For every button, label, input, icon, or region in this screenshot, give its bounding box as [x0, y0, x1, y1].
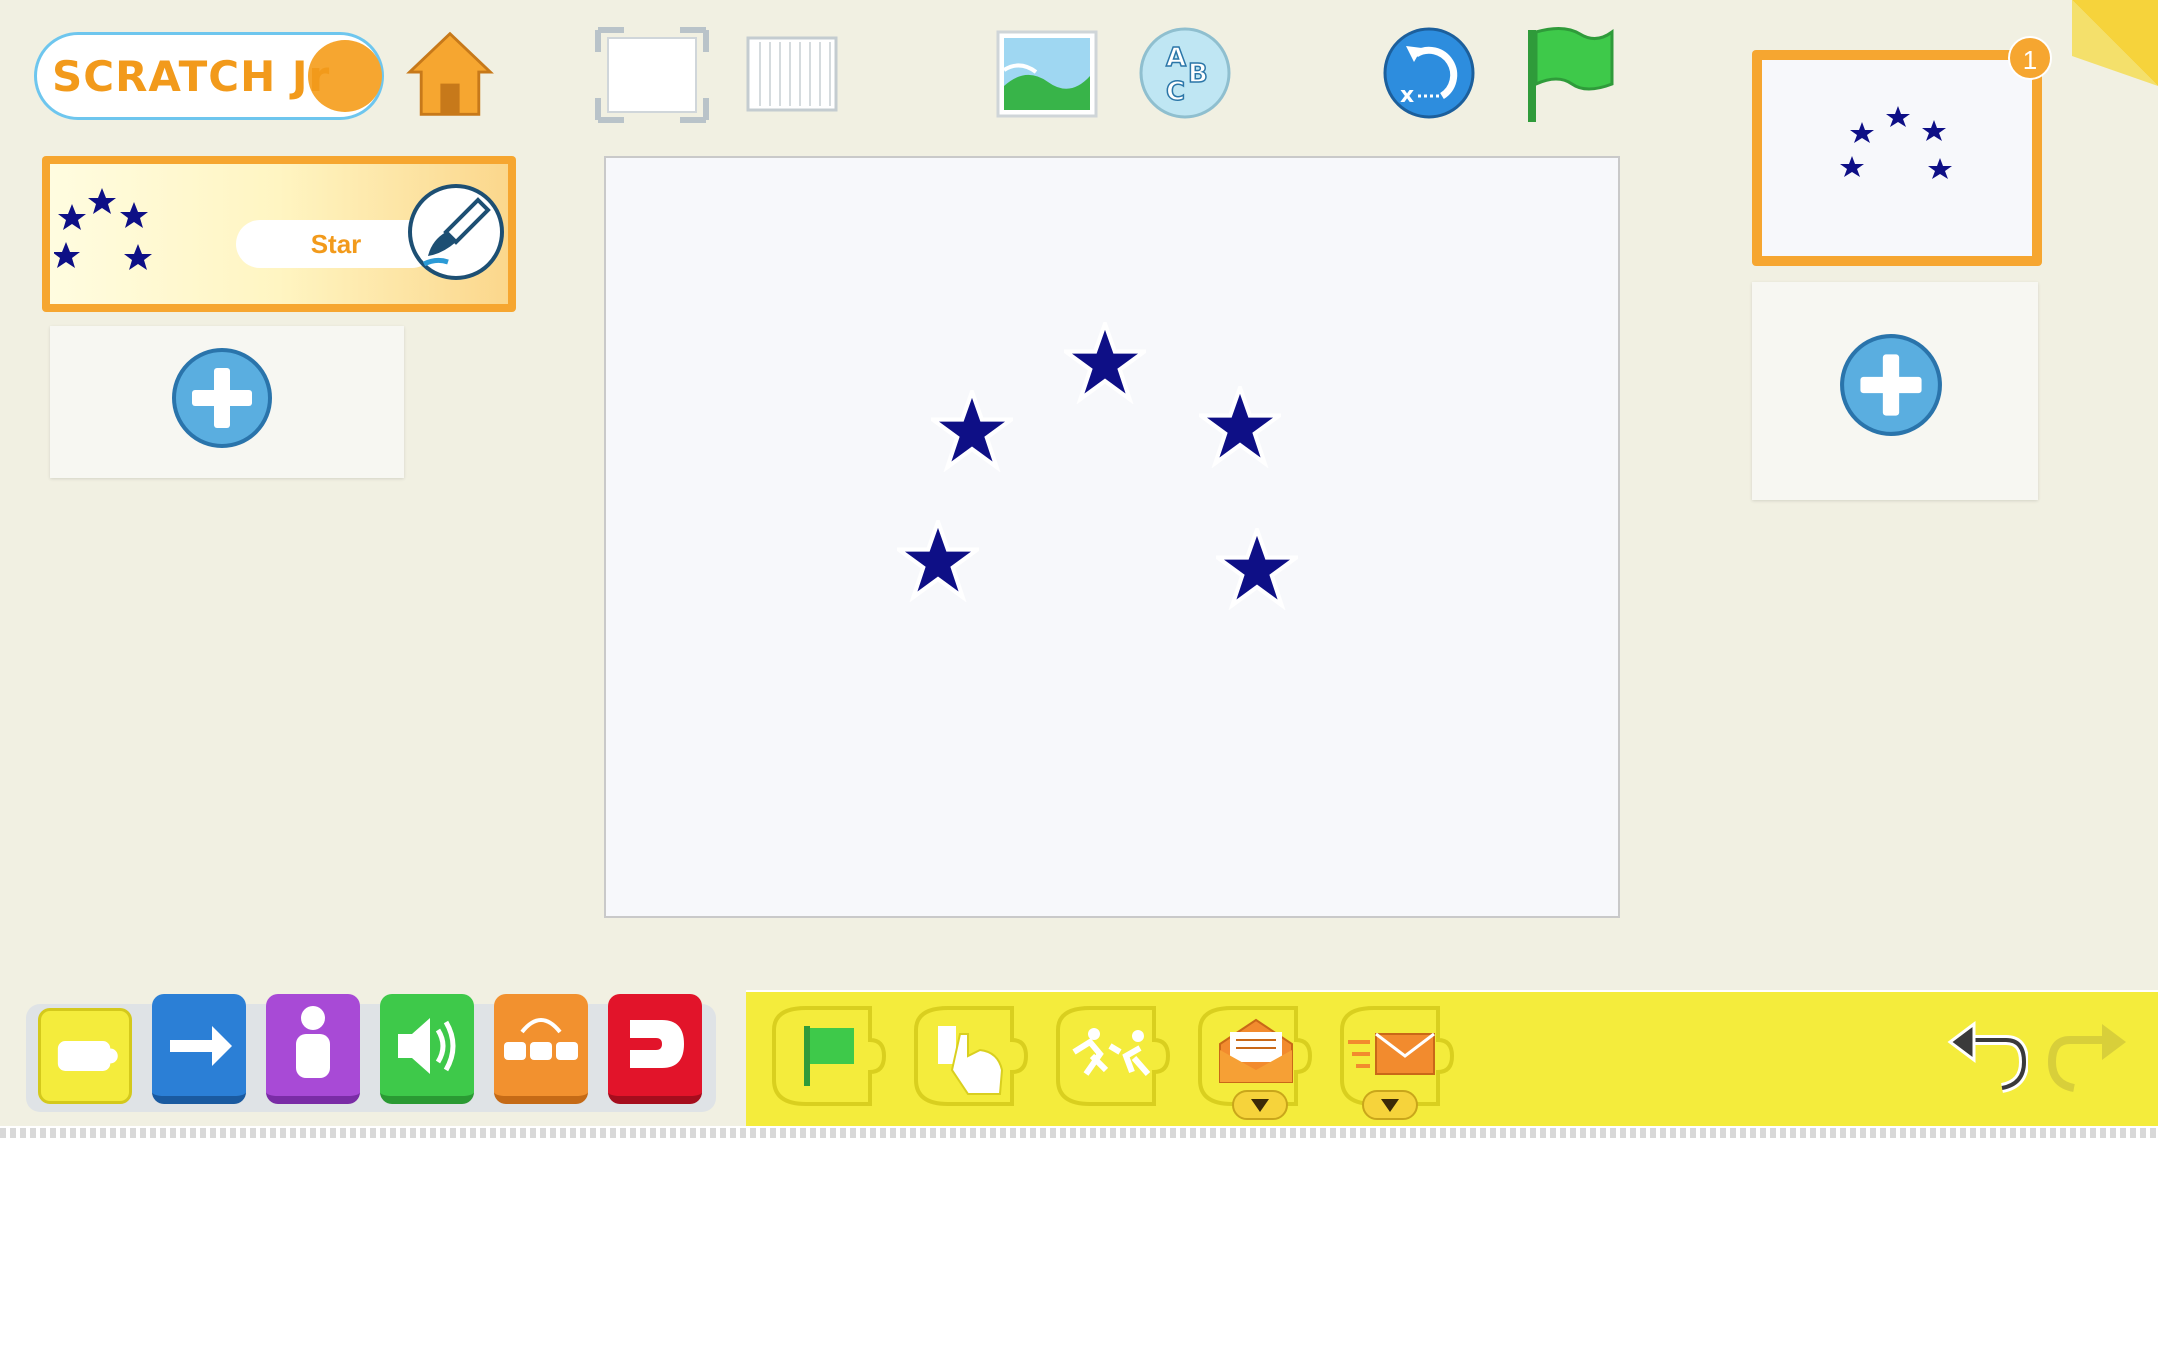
green-flag-icon[interactable] — [1524, 24, 1616, 124]
start-on-green-flag-block[interactable] — [766, 1000, 894, 1112]
reset-icon[interactable]: x — [1382, 26, 1476, 120]
stars-thumbnail — [1838, 104, 1958, 194]
undo-icon[interactable] — [1944, 1018, 2028, 1098]
add-page-plus-icon[interactable] — [1838, 332, 1944, 438]
star-sprite[interactable] — [1199, 386, 1281, 468]
star-sprite[interactable] — [897, 520, 979, 602]
scratchjr-editor: SCRATCH Jr ABC x Star 1 — [0, 0, 2158, 1365]
logo-text: SCRATCH Jr — [52, 52, 331, 101]
svg-text:A: A — [1166, 43, 1186, 73]
page-thumbnail-inner — [1762, 60, 2032, 256]
star-sprite[interactable] — [1064, 322, 1146, 404]
scratchjr-logo[interactable]: SCRATCH Jr — [34, 28, 386, 124]
category-looks[interactable] — [266, 994, 360, 1104]
category-triggering[interactable] — [38, 1008, 132, 1104]
home-icon[interactable] — [402, 26, 498, 122]
sprite-card-star[interactable]: Star — [42, 156, 516, 312]
add-sprite-plus-icon[interactable] — [170, 346, 274, 450]
paintbrush-icon[interactable] — [406, 182, 506, 282]
grid-icon[interactable] — [746, 36, 840, 116]
sprite-card-inner: Star — [50, 164, 508, 304]
stage[interactable] — [604, 156, 1620, 918]
category-end[interactable] — [608, 994, 702, 1104]
start-on-tap-block[interactable] — [908, 1000, 1036, 1112]
palette-bottom-edge — [0, 1128, 2158, 1138]
send-dropdown-icon[interactable] — [1362, 1090, 1418, 1120]
page-number-badge: 1 — [2008, 36, 2052, 80]
start-on-bump-block[interactable] — [1050, 1000, 1178, 1112]
star-sprite[interactable] — [931, 390, 1013, 472]
page-thumbnail-1[interactable] — [1752, 50, 2042, 266]
svg-text:C: C — [1166, 77, 1185, 107]
stars-thumbnail — [54, 182, 174, 272]
message-dropdown-icon[interactable] — [1232, 1090, 1288, 1120]
star-sprite[interactable] — [1216, 528, 1298, 610]
text-abc-icon[interactable]: ABC — [1138, 26, 1232, 120]
category-control[interactable] — [494, 994, 588, 1104]
redo-icon[interactable] — [2048, 1018, 2132, 1098]
background-icon[interactable] — [996, 30, 1100, 120]
svg-text:B: B — [1188, 59, 1208, 89]
page-corner-fold-icon[interactable] — [2072, 0, 2158, 86]
category-sound[interactable] — [380, 994, 474, 1104]
svg-text:x: x — [1400, 83, 1414, 108]
category-motion[interactable] — [152, 994, 246, 1104]
fullscreen-icon[interactable] — [594, 26, 710, 124]
